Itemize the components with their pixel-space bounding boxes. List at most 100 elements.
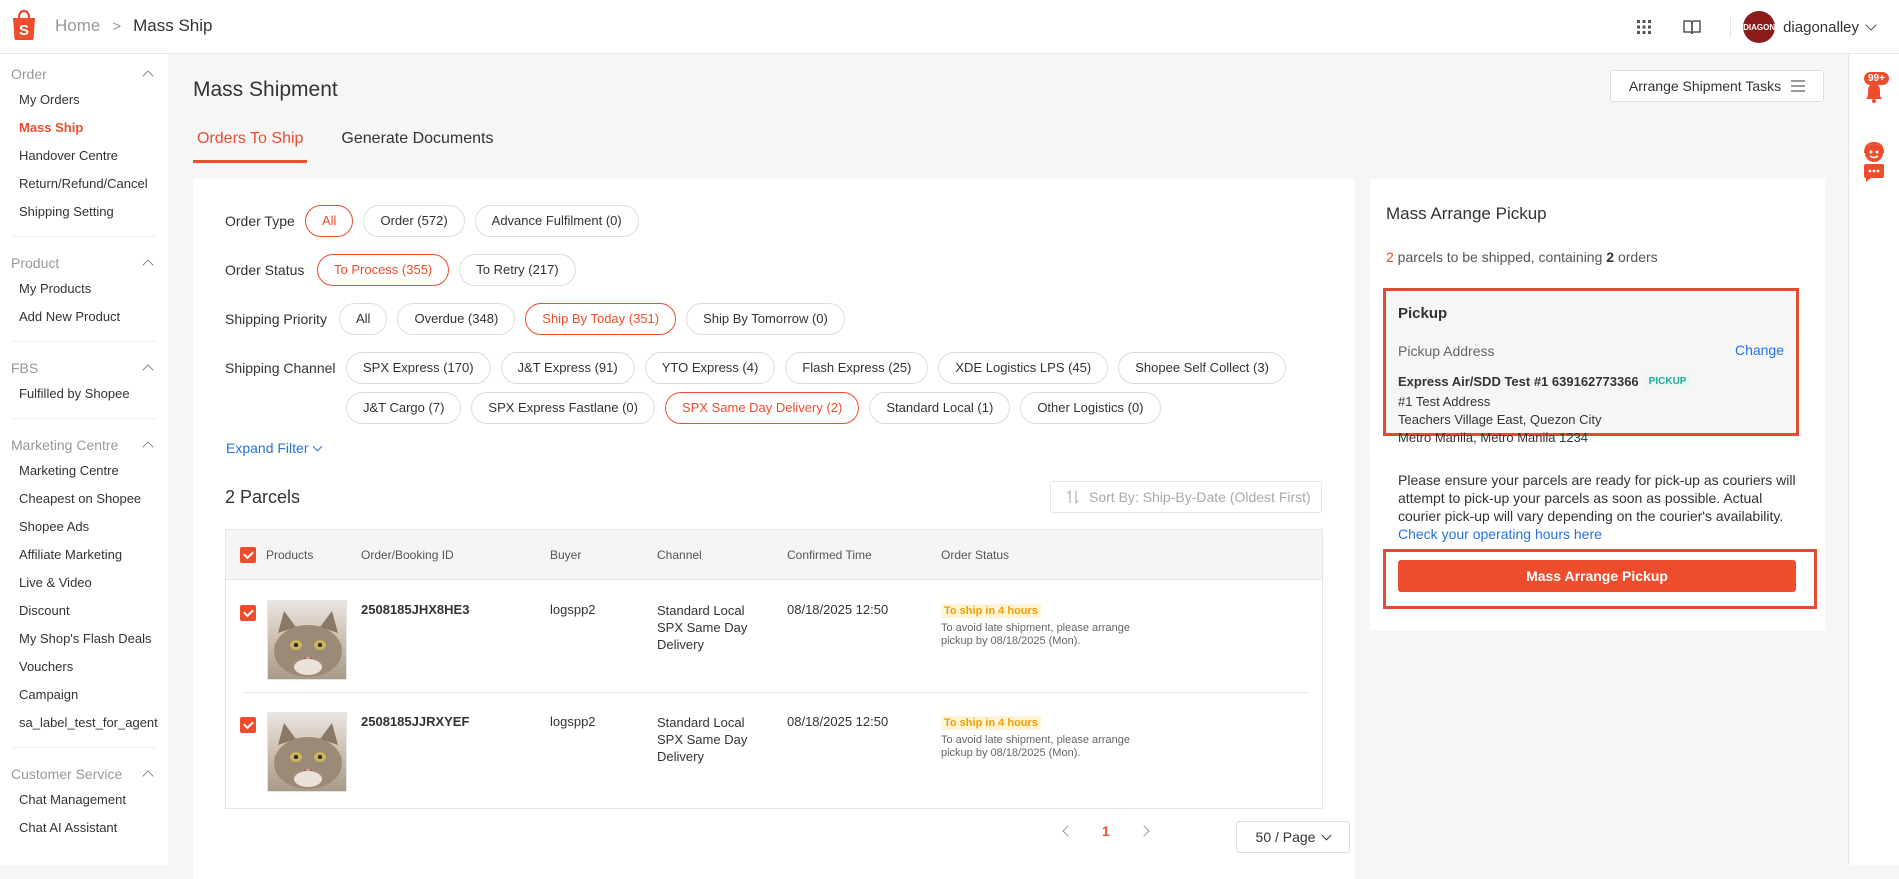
orders-panel: Order Type All Order (572) Advance Fulfi… — [193, 179, 1355, 879]
filter-pill[interactable]: Other Logistics (0) — [1020, 392, 1161, 424]
sidebar-item-handover-centre[interactable]: Handover Centre — [0, 142, 168, 170]
mass-arrange-pickup-button[interactable]: Mass Arrange Pickup — [1398, 560, 1796, 592]
sidebar-item-marketing-centre[interactable]: Marketing Centre — [0, 457, 168, 485]
chevron-up-icon[interactable] — [142, 364, 154, 376]
pickup-title: Pickup — [1398, 305, 1448, 322]
sidebar-item-cheapest-on-shopee[interactable]: Cheapest on Shopee — [0, 485, 168, 513]
filter-pill[interactable]: J&T Express (91) — [500, 352, 635, 384]
sidebar-section-order[interactable]: Order — [0, 62, 168, 86]
filter-pill[interactable]: Ship By Today (351) — [525, 303, 677, 335]
svg-text:S: S — [19, 22, 29, 39]
summary-text: orders — [1614, 249, 1658, 265]
filter-pill[interactable]: XDE Logistics LPS (45) — [938, 352, 1109, 384]
filter-pill[interactable]: To Process (355) — [317, 254, 450, 286]
buyer[interactable]: logspp2 — [550, 714, 596, 729]
sidebar-item-shopee-ads[interactable]: Shopee Ads — [0, 513, 168, 541]
operating-hours-link[interactable]: Check your operating hours here — [1398, 526, 1602, 542]
next-page-icon[interactable] — [1138, 825, 1150, 837]
filter-pill[interactable]: Shopee Self Collect (3) — [1118, 352, 1286, 384]
avatar[interactable]: DIAGON — [1743, 11, 1776, 43]
chevron-down-icon[interactable] — [1865, 18, 1877, 31]
filter-pill[interactable]: YTO Express (4) — [644, 352, 776, 384]
change-address-link[interactable]: Change — [1735, 342, 1784, 358]
channel-line: SPX Same Day — [657, 732, 748, 747]
status-note: To avoid late shipment, please arrange — [941, 734, 1130, 746]
sidebar-item-fulfilled-by-shopee[interactable]: Fulfilled by Shopee — [0, 380, 168, 408]
filter-pill[interactable]: Flash Express (25) — [785, 352, 929, 384]
expand-filter-link[interactable]: Expand Filter — [226, 440, 323, 456]
filter-pill[interactable]: J&T Cargo (7) — [346, 392, 462, 424]
channel-line: Standard Local — [657, 603, 745, 618]
cat-image-icon — [274, 723, 342, 789]
sidebar-item-chat-management[interactable]: Chat Management — [0, 786, 168, 814]
table-row[interactable]: 2508185JJRXYEF logspp2 Standard Local SP… — [240, 693, 1310, 805]
shopee-logo-icon[interactable]: S — [10, 9, 38, 41]
filter-pill[interactable]: To Retry (217) — [459, 254, 576, 286]
sidebar-item-sa-label-test[interactable]: sa_label_test_for_agent — [0, 709, 168, 737]
status-badge: To ship in 4 hours — [941, 716, 1041, 730]
sidebar-section-product[interactable]: Product — [0, 251, 168, 275]
breadcrumb-current: Mass Ship — [133, 16, 213, 35]
filter-pill[interactable]: Advance Fulfilment (0) — [474, 205, 639, 237]
filter-pill[interactable]: Ship By Tomorrow (0) — [686, 303, 845, 335]
product-thumbnail[interactable] — [267, 712, 347, 792]
apps-grid-icon[interactable] — [1634, 17, 1654, 37]
filter-pill[interactable]: Order (572) — [363, 205, 465, 237]
filter-pill[interactable]: All — [339, 303, 388, 335]
page-number[interactable]: 1 — [1102, 823, 1110, 839]
product-thumbnail[interactable] — [267, 600, 347, 680]
chevron-up-icon[interactable] — [142, 441, 154, 453]
sort-dropdown[interactable]: Sort By: Ship-By-Date (Oldest First) — [1050, 481, 1322, 513]
sidebar-item-live-video[interactable]: Live & Video — [0, 569, 168, 597]
username[interactable]: diagonalley — [1783, 19, 1859, 36]
tab-generate-documents[interactable]: Generate Documents — [337, 126, 497, 163]
order-id[interactable]: 2508185JJRXYEF — [361, 714, 469, 729]
chat-icon[interactable] — [1862, 162, 1886, 184]
filter-pill[interactable]: SPX Same Day Delivery (2) — [664, 392, 860, 424]
sidebar-item-my-orders[interactable]: My Orders — [0, 86, 168, 114]
chevron-up-icon[interactable] — [142, 770, 154, 782]
table-row[interactable]: 2508185JHX8HE3 logspp2 Standard Local SP… — [240, 581, 1310, 693]
sidebar-item-add-new-product[interactable]: Add New Product — [0, 303, 168, 331]
book-icon[interactable] — [1682, 17, 1702, 37]
chevron-up-icon[interactable] — [142, 259, 154, 271]
select-all-checkbox[interactable] — [240, 547, 256, 563]
sidebar-item-return-refund-cancel[interactable]: Return/Refund/Cancel — [0, 170, 168, 198]
arrange-shipment-tasks-button[interactable]: Arrange Shipment Tasks — [1610, 70, 1824, 102]
order-id[interactable]: 2508185JHX8HE3 — [361, 602, 469, 617]
sidebar-section-fbs[interactable]: FBS — [0, 356, 168, 380]
sidebar: Order My Orders Mass Ship Handover Centr… — [0, 54, 168, 865]
divider — [12, 236, 156, 237]
sidebar-item-vouchers[interactable]: Vouchers — [0, 653, 168, 681]
button-label: Arrange Shipment Tasks — [1628, 78, 1782, 94]
filter-pill[interactable]: SPX Express Fastlane (0) — [471, 392, 655, 424]
sidebar-item-chat-ai-assistant[interactable]: Chat AI Assistant — [0, 814, 168, 842]
right-rail — [1848, 54, 1899, 865]
sidebar-item-campaign[interactable]: Campaign — [0, 681, 168, 709]
filter-pill[interactable]: Standard Local (1) — [869, 392, 1011, 424]
sidebar-item-mass-ship[interactable]: Mass Ship — [0, 114, 168, 142]
prev-page-icon[interactable] — [1062, 825, 1074, 837]
sidebar-section-customer-service[interactable]: Customer Service — [0, 762, 168, 786]
address-line: #1 Test Address — [1398, 394, 1491, 409]
row-checkbox[interactable] — [240, 717, 256, 733]
filter-pill[interactable]: Overdue (348) — [397, 303, 516, 335]
filter-pill[interactable]: All — [305, 205, 354, 237]
sidebar-item-shipping-setting[interactable]: Shipping Setting — [0, 198, 168, 226]
breadcrumb-home[interactable]: Home — [55, 16, 100, 36]
sidebar-item-discount[interactable]: Discount — [0, 597, 168, 625]
column-header: Order Status — [941, 548, 1010, 562]
per-page-select[interactable]: 50 / Page — [1236, 821, 1350, 853]
tab-orders-to-ship[interactable]: Orders To Ship — [193, 126, 308, 163]
row-checkbox[interactable] — [240, 605, 256, 621]
sidebar-item-my-products[interactable]: My Products — [0, 275, 168, 303]
bell-icon[interactable] — [1863, 82, 1885, 104]
sidebar-item-flash-deals[interactable]: My Shop's Flash Deals — [0, 625, 168, 653]
filter-pill[interactable]: SPX Express (170) — [346, 352, 491, 384]
buyer[interactable]: logspp2 — [550, 602, 596, 617]
sidebar-section-marketing-centre[interactable]: Marketing Centre — [0, 433, 168, 457]
sidebar-item-affiliate-marketing[interactable]: Affiliate Marketing — [0, 541, 168, 569]
parcel-count: 2 — [1386, 249, 1394, 265]
chevron-up-icon[interactable] — [142, 70, 154, 82]
filter-label: Shipping Priority — [225, 311, 327, 327]
